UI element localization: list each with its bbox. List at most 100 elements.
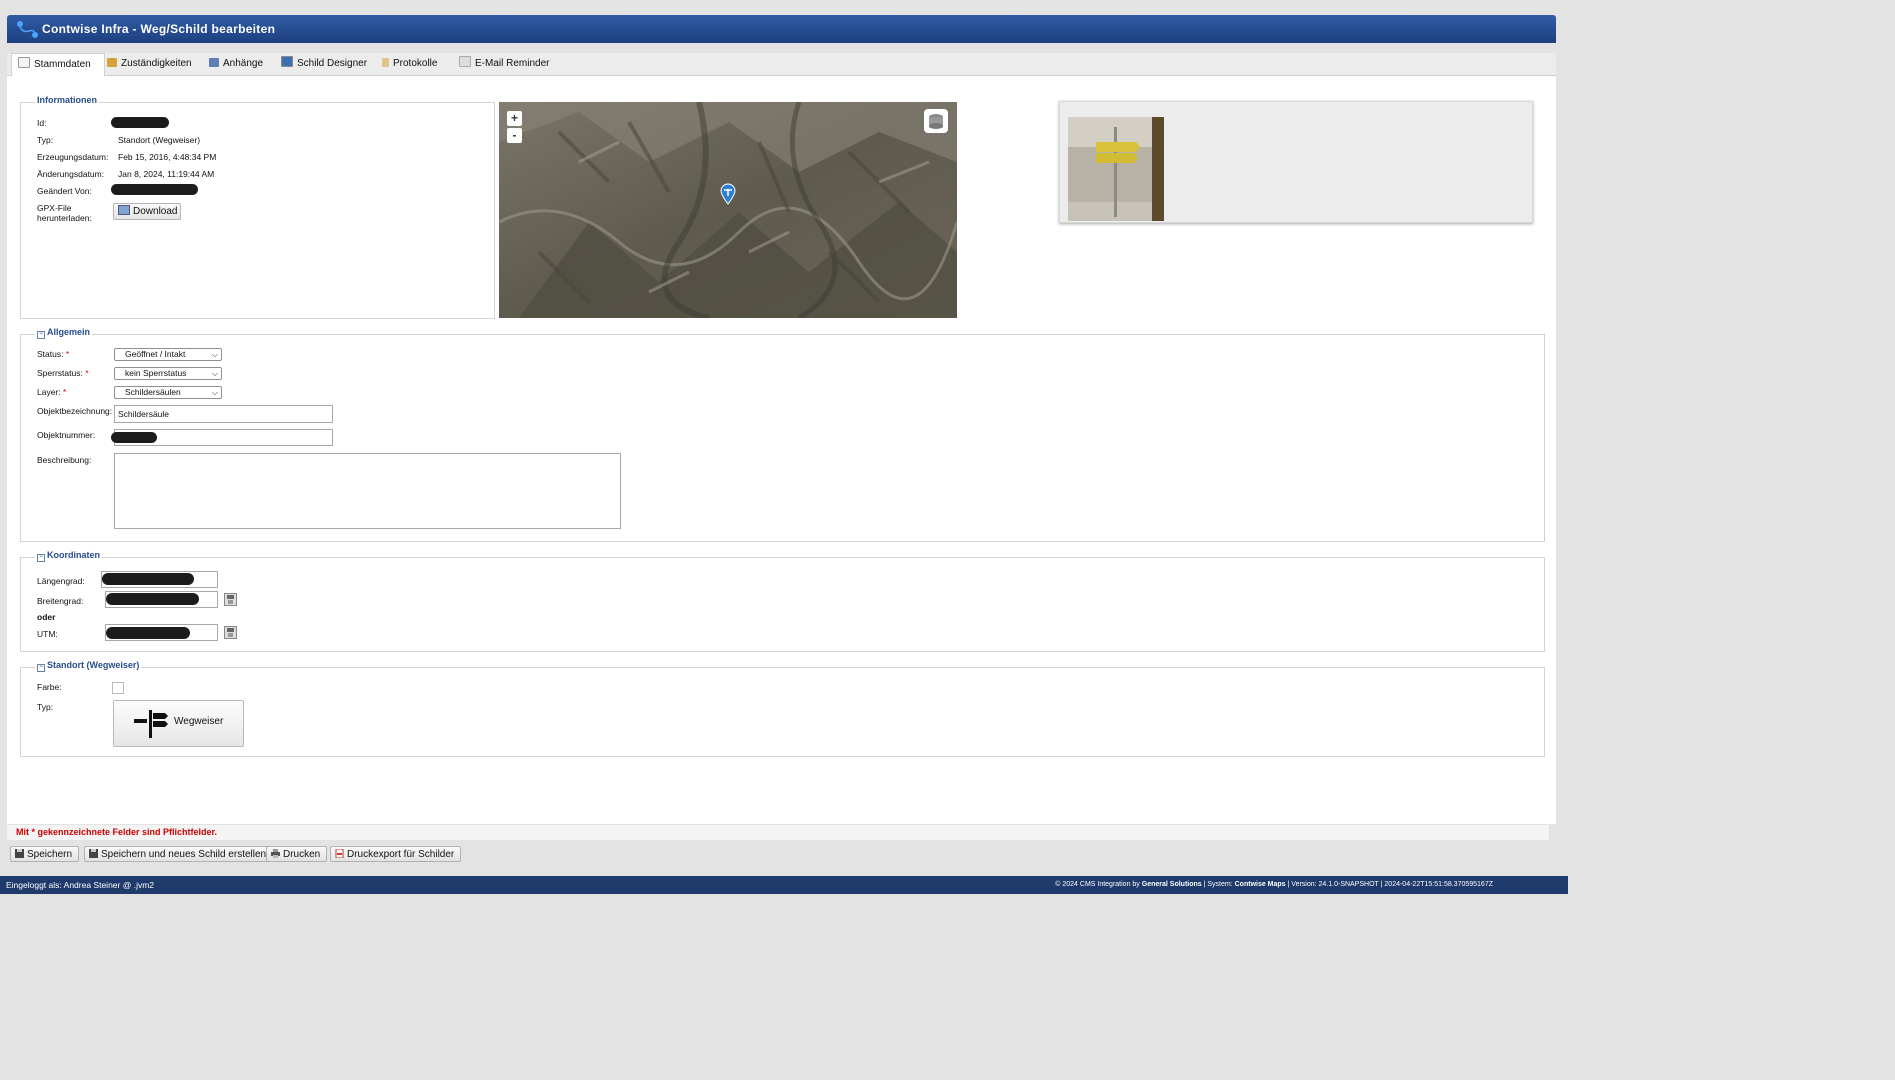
collapse-icon[interactable]: − (37, 331, 45, 339)
objektbezeichnung-label: Objektbezeichnung: (37, 406, 113, 416)
tab-zustaendigkeiten[interactable]: Zuständigkeiten (101, 53, 198, 75)
clipboard-icon (382, 58, 389, 67)
sperrstatus-select[interactable]: kein Sperrstatus ⌵ (114, 367, 222, 380)
chevron-down-icon: ⌵ (211, 388, 218, 397)
laengengrad-label: Längengrad: (37, 576, 85, 586)
download-button[interactable]: Download (113, 203, 181, 220)
utm-save-button[interactable] (224, 626, 237, 639)
zoom-out-button[interactable]: - (507, 128, 522, 143)
collapse-icon[interactable]: − (37, 554, 45, 562)
objektnummer-label: Objektnummer: (37, 430, 96, 440)
copyright-prefix: © 2024 CMS Integration by (1055, 881, 1140, 888)
legend-standort[interactable]: − Standort (Wegweiser) (35, 660, 142, 672)
breitengrad-value-redacted (106, 593, 199, 605)
version-text: | Version: 24.1.0-SNAPSHOT | 2024-04-22T… (1285, 881, 1493, 888)
email-icon (459, 56, 471, 67)
map-view[interactable]: + - (499, 102, 957, 318)
tab-protokolle[interactable]: Protokolle (376, 53, 443, 75)
utm-label: UTM: (37, 629, 58, 639)
floppy-disk-icon (89, 849, 98, 858)
wegweiser-type-button[interactable]: Wegweiser (113, 700, 244, 747)
utm-value-redacted (106, 627, 190, 639)
sperrstatus-label-text: Sperrstatus: (37, 368, 83, 378)
required-fields-note-text: Mit * gekennzeichnete Felder sind Pflich… (16, 827, 218, 837)
required-marker: * (63, 387, 67, 397)
users-icon (107, 58, 117, 67)
floppy-disk-icon (15, 849, 24, 858)
layer-select-value: Schildersäulen (125, 387, 181, 397)
satellite-terrain-image (499, 102, 957, 318)
tab-label: E-Mail Reminder (475, 58, 550, 69)
system-name: Contwise Maps (1234, 881, 1286, 888)
layers-icon (929, 114, 943, 129)
beschreibung-textarea[interactable] (114, 453, 621, 529)
status-bar: Eingeloggt als: Andrea Steiner @ .jvm2 ©… (0, 876, 1568, 894)
id-label: Id: (37, 118, 47, 128)
created-label: Erzeugungsdatum: (37, 152, 109, 162)
tab-label: Protokolle (393, 58, 438, 69)
chevron-down-icon: ⌵ (211, 350, 218, 359)
window-titlebar: Contwise Infra - Weg/Schild bearbeiten (7, 15, 1556, 43)
typ-value: Standort (Wegweiser) (118, 135, 201, 145)
designer-icon (281, 56, 293, 67)
save-button[interactable]: Speichern (10, 846, 80, 862)
layer-switcher-button[interactable] (924, 109, 948, 133)
signpost-photo-image (1068, 117, 1164, 221)
document-icon (18, 57, 30, 68)
status-select[interactable]: Geöffnet / Intakt ⌵ (114, 348, 222, 361)
save-and-new-button[interactable]: Speichern und neues Schild erstellen (84, 846, 274, 862)
objektbezeichnung-input[interactable]: Schildersäule (114, 405, 333, 423)
window-title: Contwise Infra - Weg/Schild bearbeiten (42, 22, 276, 36)
required-marker: * (65, 349, 70, 359)
modified-value: Jan 8, 2024, 11:19:44 AM (118, 169, 215, 179)
tab-stammdaten[interactable]: Stammdaten (11, 53, 105, 77)
wegweiser-label: Wegweiser (174, 716, 224, 727)
map-marker-icon[interactable] (719, 183, 737, 205)
legend-allgemein[interactable]: − Allgemein (35, 327, 93, 339)
objektnummer-value-redacted (111, 432, 157, 443)
sperrstatus-label: Sperrstatus: * (37, 368, 89, 378)
image-preview-panel (1059, 101, 1533, 223)
gpx-label-line1: GPX-File (37, 203, 72, 213)
legend-label: Allgemein (47, 327, 91, 337)
fieldset-koordinaten: − Koordinaten Längengrad: Breitengrad: od… (20, 550, 1545, 652)
layer-label: Layer: * (37, 387, 66, 397)
floppy-disk-icon (227, 628, 234, 637)
system-prefix: | System: (1201, 881, 1233, 888)
laengengrad-value-redacted (102, 573, 194, 585)
tab-label: Schild Designer (297, 58, 368, 69)
typ-label: Typ: (37, 702, 54, 712)
tab-label: Anhänge (223, 58, 264, 69)
save-and-new-button-label: Speichern und neues Schild erstellen (101, 849, 267, 860)
collapse-icon[interactable]: − (37, 664, 45, 672)
tab-schild-designer[interactable]: Schild Designer (275, 53, 373, 75)
legend-koordinaten[interactable]: − Koordinaten (35, 550, 102, 562)
legend-label: Koordinaten (47, 550, 100, 560)
print-button[interactable]: Drucken (266, 846, 328, 862)
required-fields-note: Mit * gekennzeichnete Felder sind Pflich… (7, 825, 1549, 840)
zoom-in-button[interactable]: + (507, 111, 522, 126)
tab-label: Stammdaten (34, 59, 91, 70)
pdf-icon (335, 849, 344, 858)
changed-by-value-redacted (111, 184, 198, 195)
created-value: Feb 15, 2016, 4:48:34 PM (118, 152, 217, 162)
status-label: Status: * (37, 349, 69, 359)
status-label-text: Status: (37, 349, 64, 359)
printer-icon (271, 849, 280, 858)
farbe-color-picker[interactable] (112, 682, 124, 694)
print-export-button[interactable]: Druckexport für Schilder (330, 846, 462, 862)
tab-anhaenge[interactable]: Anhänge (203, 53, 269, 75)
breitengrad-save-button[interactable] (224, 593, 237, 606)
legend-label: Informationen (37, 95, 97, 105)
tab-label: Zuständigkeiten (121, 58, 192, 69)
download-button-label: Download (133, 206, 178, 217)
signpost-icon (134, 710, 168, 738)
signpost-photo[interactable] (1068, 117, 1164, 221)
tab-bar: Stammdaten Zuständigkeiten Anhänge Schil… (7, 53, 1556, 77)
copyright-text: © 2024 CMS Integration by General Soluti… (1055, 881, 1493, 888)
tab-email-reminder[interactable]: E-Mail Reminder (453, 53, 555, 75)
company-name: General Solutions (1141, 881, 1202, 888)
oder-label: oder (37, 612, 56, 622)
layer-select[interactable]: Schildersäulen ⌵ (114, 386, 222, 399)
fieldset-informationen: Informationen Id: Typ: Standort (Wegweis… (20, 95, 495, 319)
